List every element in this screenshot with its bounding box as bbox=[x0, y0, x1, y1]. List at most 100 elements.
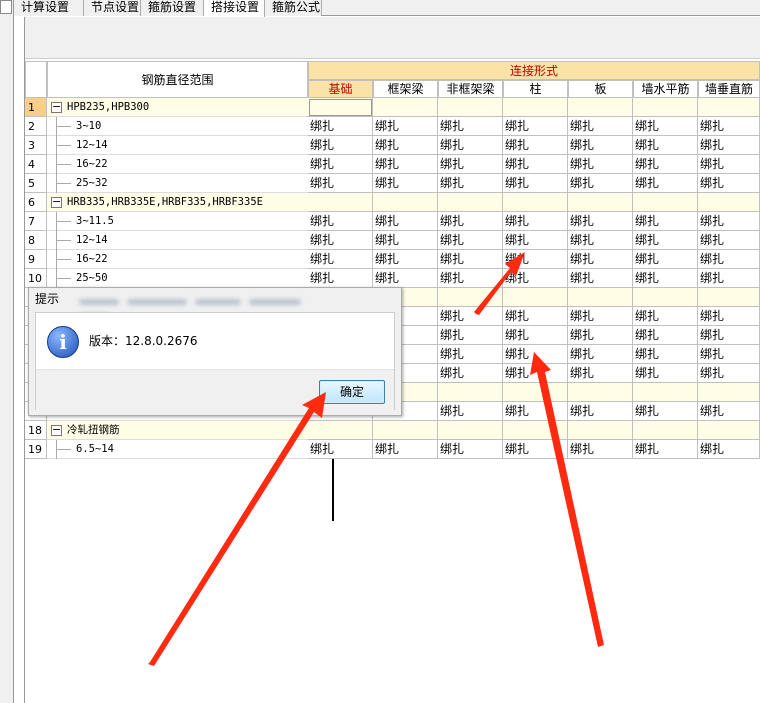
connection-cell[interactable] bbox=[373, 98, 438, 117]
connection-cell[interactable]: 绑扎 bbox=[373, 174, 438, 193]
connection-cell[interactable]: 绑扎 bbox=[698, 136, 760, 155]
connection-cell[interactable]: 绑扎 bbox=[698, 212, 760, 231]
connection-cell[interactable] bbox=[698, 421, 760, 440]
connection-cell[interactable]: 绑扎 bbox=[568, 307, 633, 326]
column-header-3[interactable]: 非框架梁 bbox=[438, 80, 503, 98]
connection-cell[interactable] bbox=[503, 421, 568, 440]
connection-cell[interactable] bbox=[503, 288, 568, 307]
column-header-7[interactable]: 墙垂直筋 bbox=[698, 80, 760, 98]
connection-cell[interactable]: 绑扎 bbox=[438, 269, 503, 288]
connection-cell[interactable] bbox=[438, 421, 503, 440]
connection-cell[interactable]: 绑扎 bbox=[438, 155, 503, 174]
collapse-toggle-icon[interactable]: − bbox=[51, 101, 62, 113]
connection-cell[interactable]: 绑扎 bbox=[308, 440, 373, 459]
connection-cell[interactable] bbox=[698, 383, 760, 402]
connection-cell[interactable]: 绑扎 bbox=[503, 155, 568, 174]
connection-cell[interactable]: 绑扎 bbox=[568, 136, 633, 155]
connection-cell[interactable]: 绑扎 bbox=[438, 440, 503, 459]
connection-cell[interactable]: 绑扎 bbox=[438, 345, 503, 364]
connection-cell[interactable]: 绑扎 bbox=[633, 174, 698, 193]
connection-cell[interactable]: 绑扎 bbox=[503, 212, 568, 231]
connection-cell[interactable]: 绑扎 bbox=[438, 250, 503, 269]
tab-5[interactable]: 箍筋公式 bbox=[265, 0, 322, 16]
connection-cell[interactable]: 绑扎 bbox=[633, 364, 698, 383]
connection-cell[interactable]: 绑扎 bbox=[633, 117, 698, 136]
connection-cell[interactable]: 绑扎 bbox=[633, 212, 698, 231]
connection-cell[interactable]: 绑扎 bbox=[438, 364, 503, 383]
connection-cell[interactable]: 绑扎 bbox=[503, 307, 568, 326]
table-row[interactable]: 7 3~11.5 绑扎 绑扎 绑扎 绑扎 绑扎 绑扎 绑扎 bbox=[25, 212, 760, 231]
tab-3[interactable]: 箍筋设置 bbox=[141, 0, 204, 16]
table-row[interactable]: 3 12~14 绑扎 绑扎 绑扎 绑扎 绑扎 绑扎 绑扎 bbox=[25, 136, 760, 155]
connection-cell[interactable] bbox=[438, 98, 503, 117]
connection-cell[interactable]: 绑扎 bbox=[308, 212, 373, 231]
connection-cell[interactable]: 绑扎 bbox=[568, 174, 633, 193]
minimize-box[interactable] bbox=[0, 0, 12, 14]
connection-cell[interactable]: 绑扎 bbox=[373, 231, 438, 250]
connection-cell[interactable]: 绑扎 bbox=[698, 117, 760, 136]
table-row[interactable]: 8 12~14 绑扎 绑扎 绑扎 绑扎 绑扎 绑扎 绑扎 bbox=[25, 231, 760, 250]
connection-cell[interactable]: 绑扎 bbox=[373, 440, 438, 459]
connection-cell[interactable] bbox=[633, 288, 698, 307]
connection-cell[interactable]: 绑扎 bbox=[568, 212, 633, 231]
connection-cell[interactable] bbox=[438, 193, 503, 212]
connection-cell[interactable]: 绑扎 bbox=[373, 250, 438, 269]
table-row[interactable]: 2 3~10 绑扎 绑扎 绑扎 绑扎 绑扎 绑扎 绑扎 bbox=[25, 117, 760, 136]
connection-cell[interactable] bbox=[698, 288, 760, 307]
connection-cell[interactable]: 绑扎 bbox=[503, 250, 568, 269]
connection-cell[interactable]: 绑扎 bbox=[308, 136, 373, 155]
ok-button[interactable]: 确定 bbox=[319, 380, 385, 404]
connection-cell[interactable]: 绑扎 bbox=[438, 231, 503, 250]
connection-cell[interactable] bbox=[698, 193, 760, 212]
connection-cell[interactable]: 绑扎 bbox=[438, 307, 503, 326]
table-row[interactable]: 6− HRB335,HRB335E,HRBF335,HRBF335E bbox=[25, 193, 760, 212]
column-header-1[interactable]: 基础 bbox=[308, 80, 373, 98]
connection-cell[interactable]: 绑扎 bbox=[568, 250, 633, 269]
tab-4[interactable]: 搭接设置 bbox=[204, 0, 265, 17]
table-row[interactable]: 1− HPB235,HPB300 bbox=[25, 98, 760, 117]
tab-1[interactable]: 计算设置 bbox=[14, 0, 84, 16]
connection-cell[interactable]: 绑扎 bbox=[503, 440, 568, 459]
table-row[interactable]: 19 6.5~14 绑扎 绑扎 绑扎 绑扎 绑扎 绑扎 绑扎 bbox=[25, 440, 760, 459]
connection-cell[interactable]: 绑扎 bbox=[438, 117, 503, 136]
connection-cell[interactable]: 绑扎 bbox=[438, 174, 503, 193]
connection-cell[interactable]: 绑扎 bbox=[633, 440, 698, 459]
connection-cell[interactable] bbox=[438, 288, 503, 307]
connection-cell[interactable]: 绑扎 bbox=[568, 364, 633, 383]
connection-cell[interactable]: 绑扎 bbox=[633, 307, 698, 326]
connection-cell[interactable]: 绑扎 bbox=[633, 250, 698, 269]
tab-2[interactable]: 节点设置 bbox=[84, 0, 141, 16]
connection-cell[interactable]: 绑扎 bbox=[308, 117, 373, 136]
connection-cell[interactable]: 绑扎 bbox=[438, 326, 503, 345]
table-row[interactable]: 5 25~32 绑扎 绑扎 绑扎 绑扎 绑扎 绑扎 绑扎 bbox=[25, 174, 760, 193]
connection-cell[interactable]: 绑扎 bbox=[698, 155, 760, 174]
connection-cell[interactable]: 绑扎 bbox=[373, 117, 438, 136]
column-header-5[interactable]: 板 bbox=[568, 80, 633, 98]
connection-cell[interactable]: 绑扎 bbox=[373, 212, 438, 231]
connection-cell[interactable]: 绑扎 bbox=[633, 155, 698, 174]
column-header-4[interactable]: 柱 bbox=[503, 80, 568, 98]
connection-cell[interactable]: 绑扎 bbox=[308, 174, 373, 193]
connection-cell[interactable] bbox=[503, 193, 568, 212]
connection-cell[interactable]: 绑扎 bbox=[308, 231, 373, 250]
connection-cell[interactable]: 绑扎 bbox=[698, 402, 760, 421]
connection-cell[interactable]: 绑扎 bbox=[698, 250, 760, 269]
connection-cell[interactable] bbox=[308, 421, 373, 440]
connection-cell[interactable] bbox=[633, 98, 698, 117]
table-row[interactable]: 18− 冷轧扭钢筋 bbox=[25, 421, 760, 440]
connection-cell[interactable] bbox=[633, 193, 698, 212]
connection-cell[interactable]: 绑扎 bbox=[633, 402, 698, 421]
connection-cell[interactable]: 绑扎 bbox=[698, 307, 760, 326]
connection-cell[interactable]: 绑扎 bbox=[373, 269, 438, 288]
table-row[interactable]: 10 25~50 绑扎 绑扎 绑扎 绑扎 绑扎 绑扎 绑扎 bbox=[25, 269, 760, 288]
connection-cell[interactable] bbox=[698, 98, 760, 117]
connection-cell[interactable] bbox=[568, 193, 633, 212]
connection-cell[interactable] bbox=[373, 193, 438, 212]
table-row[interactable]: 4 16~22 绑扎 绑扎 绑扎 绑扎 绑扎 绑扎 绑扎 bbox=[25, 155, 760, 174]
connection-cell[interactable] bbox=[568, 288, 633, 307]
connection-cell[interactable]: 绑扎 bbox=[568, 402, 633, 421]
connection-cell[interactable] bbox=[373, 421, 438, 440]
connection-cell[interactable]: 绑扎 bbox=[438, 136, 503, 155]
connection-cell[interactable] bbox=[568, 98, 633, 117]
table-row[interactable]: 9 16~22 绑扎 绑扎 绑扎 绑扎 绑扎 绑扎 绑扎 bbox=[25, 250, 760, 269]
